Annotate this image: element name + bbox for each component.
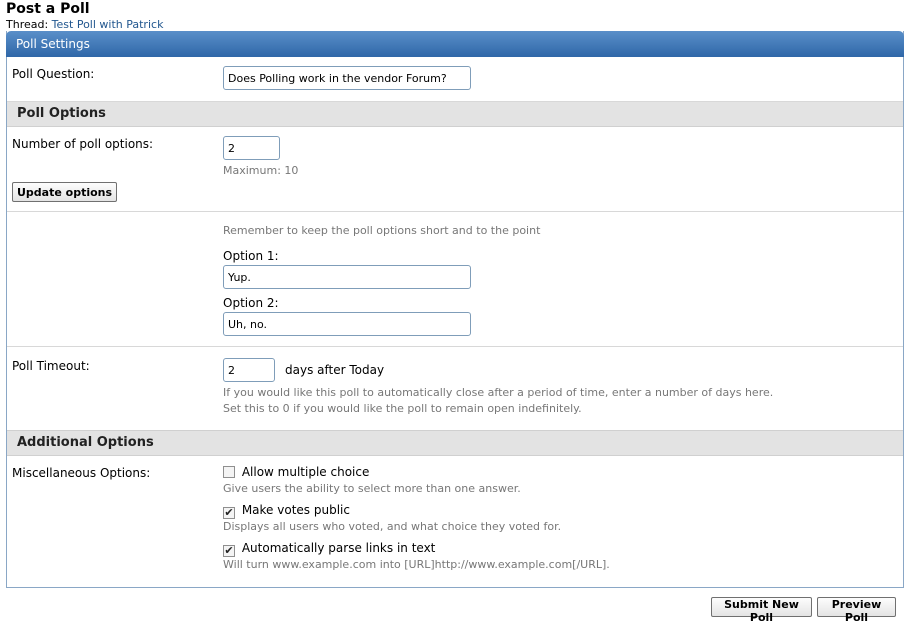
update-options-button[interactable]: Update options: [12, 182, 118, 202]
poll-timeout-input[interactable]: [223, 358, 275, 382]
misc-options-row: Miscellaneous Options: Allow multiple ch…: [7, 456, 903, 586]
misc-options-label: Miscellaneous Options:: [12, 466, 151, 480]
option-count-max-hint: Maximum: 10: [223, 164, 299, 177]
submit-new-poll-button[interactable]: Submit New Poll: [711, 597, 812, 624]
poll-timeout-label: Poll Timeout:: [12, 359, 90, 373]
option-2-input[interactable]: [223, 312, 471, 336]
poll-timeout-hint-1: If you would like this poll to automatic…: [223, 386, 774, 399]
allow-multiple-choice-checkbox[interactable]: [223, 466, 235, 478]
poll-options-heading: Poll Options: [7, 102, 903, 127]
preview-poll-button[interactable]: Preview Poll: [817, 597, 896, 624]
poll-timeout-suffix: days after Today: [285, 363, 385, 377]
option-2-label: Option 2:: [223, 296, 279, 310]
make-votes-public-checkbox[interactable]: ✔: [223, 507, 235, 519]
make-votes-public-option[interactable]: ✔ Make votes public: [223, 503, 350, 519]
make-votes-public-hint: Displays all users who voted, and what c…: [223, 520, 562, 533]
option-count-input[interactable]: [223, 136, 280, 160]
allow-multiple-choice-hint: Give users the ability to select more th…: [223, 482, 521, 495]
thread-link[interactable]: Test Poll with Patrick: [52, 18, 164, 31]
poll-question-input[interactable]: [223, 66, 471, 90]
poll-question-row: Poll Question:: [7, 57, 903, 102]
parse-links-label: Automatically parse links in text: [241, 541, 436, 555]
page-title: Post a Poll: [6, 1, 90, 17]
option-1-label: Option 1:: [223, 249, 279, 263]
parse-links-checkbox[interactable]: ✔: [223, 545, 235, 557]
parse-links-hint: Will turn www.example.com into [URL]http…: [223, 558, 610, 571]
poll-question-label: Poll Question:: [12, 67, 95, 81]
additional-options-heading: Additional Options: [7, 430, 903, 456]
allow-multiple-choice-label: Allow multiple choice: [241, 465, 370, 479]
panel-header: Poll Settings: [6, 31, 904, 57]
options-list-row: Remember to keep the poll options short …: [7, 212, 903, 347]
thread-line: Thread: Test Poll with Patrick: [6, 18, 163, 31]
option-count-label: Number of poll options:: [12, 137, 154, 151]
poll-timeout-row: Poll Timeout: days after Today If you wo…: [7, 347, 903, 430]
poll-timeout-hint-2: Set this to 0 if you would like the poll…: [223, 402, 582, 415]
poll-settings-panel: Poll Settings Poll Question: Poll Option…: [6, 31, 904, 588]
make-votes-public-label: Make votes public: [241, 503, 350, 517]
allow-multiple-choice-option[interactable]: Allow multiple choice: [223, 465, 369, 479]
option-count-row: Number of poll options: Maximum: 10 Upda…: [7, 127, 903, 212]
options-reminder: Remember to keep the poll options short …: [223, 224, 541, 237]
thread-prefix: Thread:: [6, 18, 49, 31]
parse-links-option[interactable]: ✔ Automatically parse links in text: [223, 541, 435, 557]
option-1-input[interactable]: [223, 265, 471, 289]
